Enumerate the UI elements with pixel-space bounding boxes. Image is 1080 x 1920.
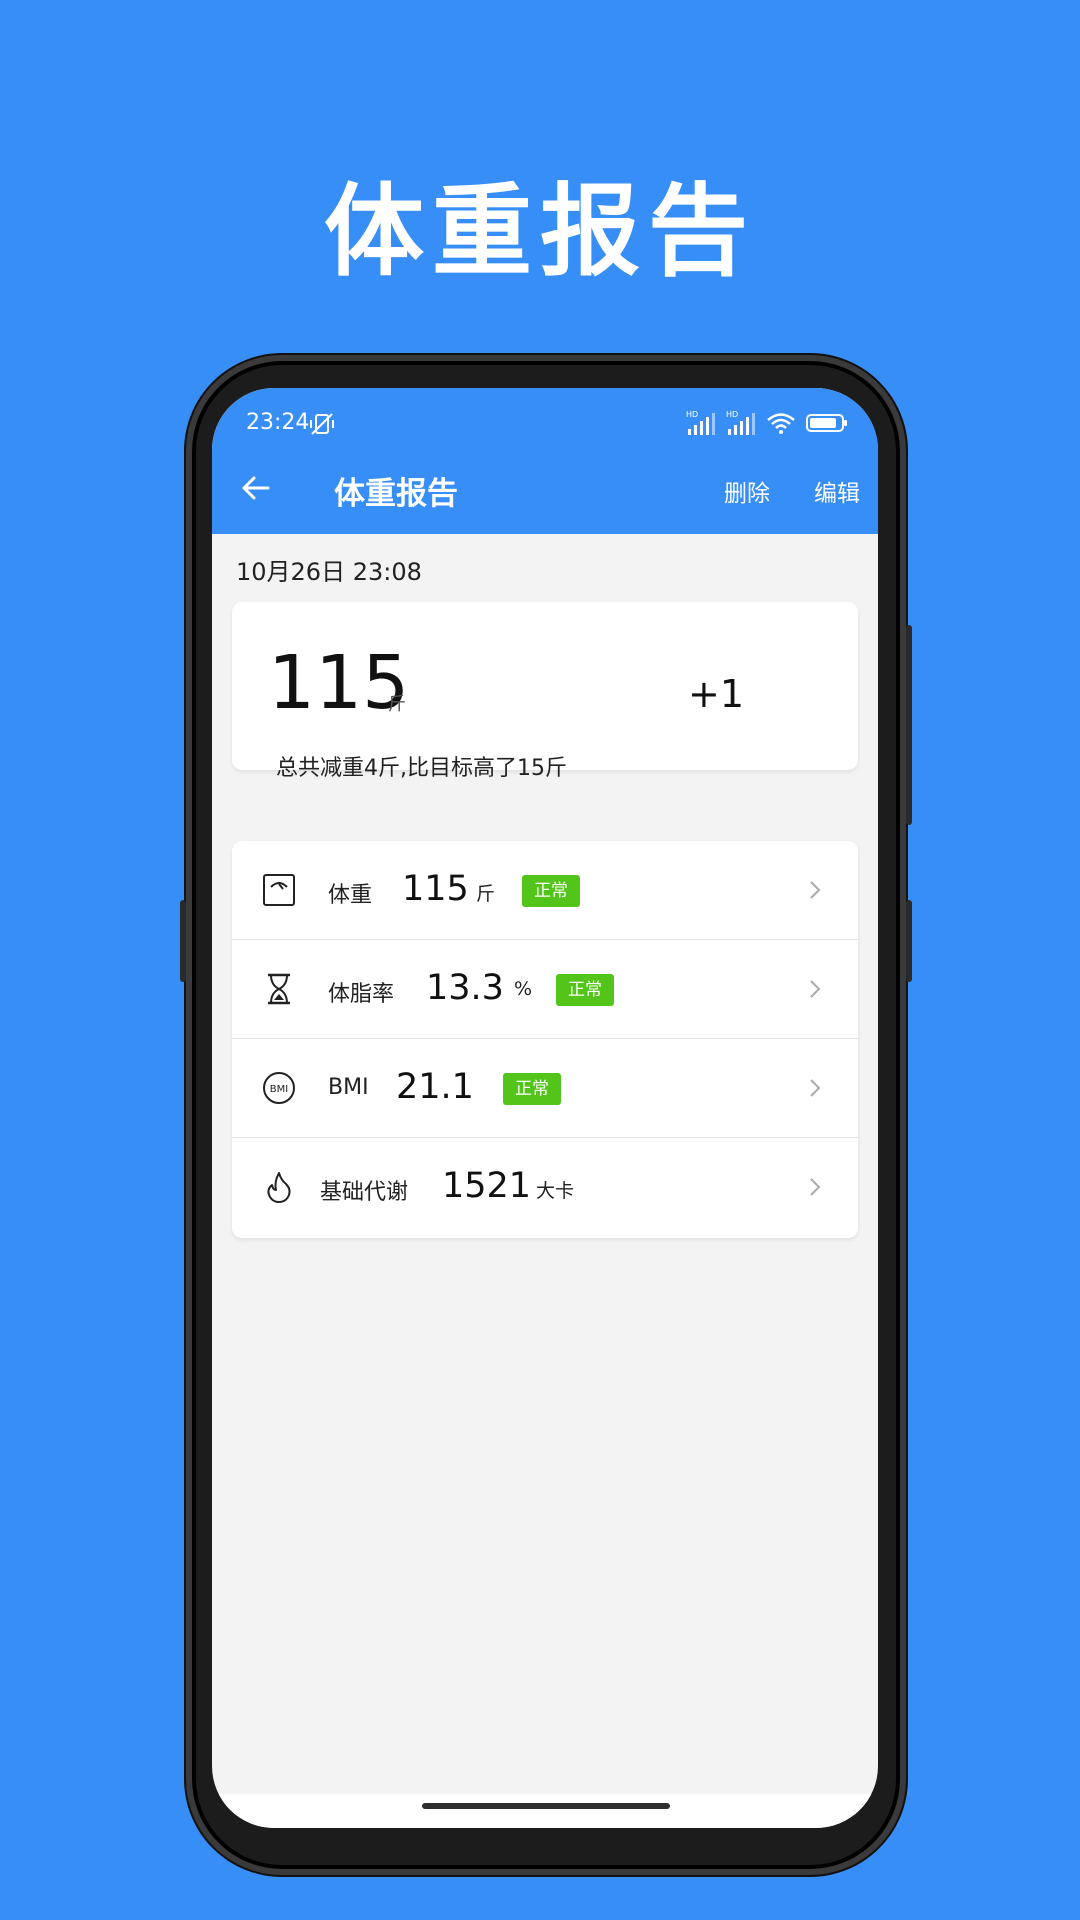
metric-label: BMI — [328, 1075, 369, 1100]
scale-icon — [263, 874, 295, 906]
phone-side-button — [906, 625, 912, 825]
metric-value: 21.1 — [396, 1067, 474, 1107]
metric-value: 115 — [402, 869, 469, 909]
metric-row-body-fat[interactable]: 体脂率 13.3 % 正常 — [232, 940, 858, 1039]
status-icons: HD HD — [686, 408, 848, 438]
svg-text:BMI: BMI — [270, 1084, 288, 1095]
phone-screen: 23:24 HD HD 体重报告 删除 编辑 10月26日 23:08 115 … — [212, 388, 878, 1828]
navigation-bar — [212, 1794, 878, 1828]
chevron-right-icon — [810, 881, 821, 899]
hourglass-icon — [268, 973, 290, 1005]
metric-label: 体重 — [328, 883, 373, 908]
metric-label: 体脂率 — [328, 982, 395, 1007]
page-title: 体重报告 — [334, 476, 458, 512]
back-arrow-icon[interactable] — [234, 466, 278, 510]
home-indicator[interactable] — [422, 1803, 670, 1809]
metric-row-bmr[interactable]: 基础代谢 1521 大卡 — [232, 1138, 858, 1237]
signal-icon: HD — [726, 410, 755, 435]
metric-unit: % — [514, 978, 533, 1000]
flame-icon — [267, 1172, 291, 1203]
promo-title: 体重报告 — [324, 173, 756, 290]
svg-text:HD: HD — [686, 410, 698, 419]
metric-unit: 大卡 — [536, 1180, 575, 1202]
weight-unit: 斤 — [388, 694, 406, 715]
weight-summary-card: 115 斤 +1 总共减重4斤,比目标高了15斤 — [232, 602, 858, 781]
wifi-icon — [767, 413, 795, 434]
phone-side-button — [906, 900, 912, 982]
bmi-icon: BMI — [263, 1072, 295, 1104]
chevron-right-icon — [810, 1079, 821, 1097]
signal-icon: HD — [686, 410, 715, 435]
status-time: 23:24 — [246, 410, 310, 435]
chevron-right-icon — [810, 1178, 821, 1196]
metric-value: 13.3 — [426, 968, 504, 1008]
metric-label: 基础代谢 — [320, 1180, 409, 1205]
status-badge: 正常 — [522, 875, 580, 907]
phone-side-button — [180, 900, 186, 982]
metric-unit: 斤 — [476, 883, 496, 905]
chevron-right-icon — [810, 980, 821, 998]
status-badge: 正常 — [556, 974, 614, 1006]
battery-icon — [806, 414, 847, 432]
metrics-card: 体重 115 斤 正常 体脂率 13.3 % 正常 BMI BMI 21.1 正… — [232, 841, 858, 1238]
svg-text:HD: HD — [726, 410, 738, 419]
report-datetime: 10月26日 23:08 — [236, 558, 422, 586]
metric-row-weight[interactable]: 体重 115 斤 正常 — [232, 841, 858, 940]
delete-button[interactable]: 删除 — [724, 474, 770, 508]
mute-vibrate-icon — [310, 413, 334, 435]
metric-value: 1521 — [442, 1166, 532, 1206]
edit-button[interactable]: 编辑 — [814, 474, 860, 508]
weight-summary-text: 总共减重4斤,比目标高了15斤 — [276, 756, 567, 781]
weight-delta: +1 — [688, 672, 745, 716]
status-badge: 正常 — [503, 1073, 561, 1105]
metric-row-bmi[interactable]: BMI BMI 21.1 正常 — [232, 1039, 858, 1138]
